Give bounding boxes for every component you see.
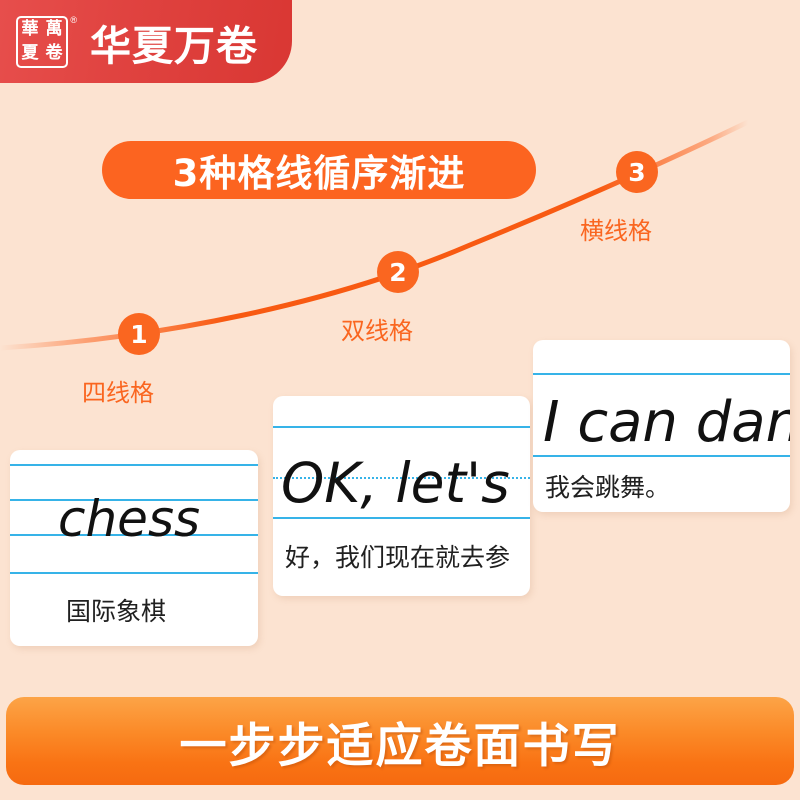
rule-line xyxy=(533,373,790,375)
rule-line xyxy=(533,455,790,457)
step-marker-2: 2 双线格 xyxy=(341,251,419,346)
step-label-2: 双线格 xyxy=(341,317,413,345)
brand-seal-logo: 華 萬 夏 卷 ® xyxy=(16,15,77,68)
seal-char-2: 卷 xyxy=(45,43,63,63)
headline-pill: 3种格线循序渐进 xyxy=(102,141,536,199)
headline-text: 3种格线循序渐进 xyxy=(172,152,466,195)
step-marker-3: 3 横线格 xyxy=(580,151,658,246)
step-number-2: 2 xyxy=(377,251,419,293)
card-english-text: OK, let's xyxy=(281,451,510,515)
seal-char-0: 萬 xyxy=(45,19,63,39)
card-english-text: I can dan xyxy=(543,390,790,455)
step-number-1: 1 xyxy=(118,313,160,355)
header-banner: 華 萬 夏 卷 ® 华夏万卷 xyxy=(0,0,292,83)
footer-banner: 一步步适应卷面书写 xyxy=(6,697,794,785)
step-label-3: 横线格 xyxy=(580,217,652,245)
rule-line xyxy=(10,572,258,574)
step-label-1: 四线格 xyxy=(82,379,154,407)
seal-char-1: 華 xyxy=(21,19,39,39)
sample-card-horizontal-line: I can dan 我会跳舞。 xyxy=(533,340,790,512)
poster-canvas: 華 萬 夏 卷 ® 华夏万卷 3种格线循序渐进 1 四线格 2 双线格 3 横线… xyxy=(0,0,800,800)
card-english-text: chess xyxy=(58,490,201,548)
footer-text: 一步步适应卷面书写 xyxy=(179,718,621,774)
registered-trademark-icon: ® xyxy=(70,14,77,25)
rule-line xyxy=(10,464,258,466)
step-marker-1: 1 四线格 xyxy=(82,313,160,408)
sample-card-four-line: chess 国际象棋 xyxy=(10,450,258,646)
sample-card-double-line: OK, let's 好，我们现在就去参 xyxy=(273,396,530,596)
card-chinese-text: 国际象棋 xyxy=(66,597,167,626)
card-chinese-text: 我会跳舞。 xyxy=(545,473,671,502)
rule-line xyxy=(273,426,530,428)
brand-name: 华夏万卷 xyxy=(90,21,258,70)
rule-line xyxy=(273,517,530,519)
step-number-3: 3 xyxy=(616,151,658,193)
card-chinese-text: 好，我们现在就去参 xyxy=(285,543,511,572)
seal-char-3: 夏 xyxy=(21,43,39,63)
